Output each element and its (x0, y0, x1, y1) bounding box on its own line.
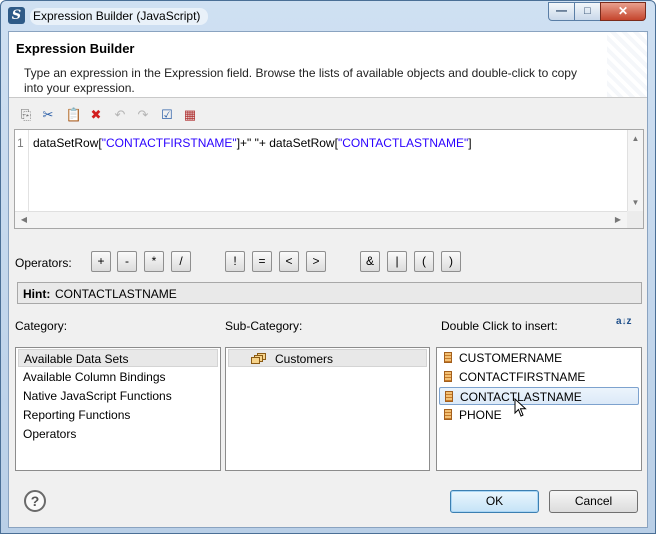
code-text: dataSetRow[ (33, 136, 102, 150)
operator-button[interactable]: ! (225, 251, 245, 272)
code-string-literal: "CONTACTLASTNAME" (337, 136, 469, 150)
calculator-icon[interactable]: ▦ (181, 106, 199, 124)
insert-item[interactable]: CONTACTLASTNAME (439, 387, 639, 405)
operator-button[interactable]: / (171, 251, 191, 272)
hint-value: CONTACTLASTNAME (55, 287, 177, 301)
insert-item-label: CONTACTFIRSTNAME (459, 370, 586, 384)
validate-icon[interactable]: ☑ (158, 106, 176, 124)
operator-button[interactable]: * (144, 251, 164, 272)
redo-icon[interactable]: ↷ (134, 106, 152, 124)
operator-button[interactable]: < (279, 251, 299, 272)
cut-icon[interactable]: ✂ (39, 106, 57, 124)
operator-button[interactable]: = (252, 251, 272, 272)
column-field-icon (445, 391, 453, 402)
insert-label: Double Click to insert: (441, 319, 558, 333)
header-decoration (607, 32, 647, 97)
scroll-down-icon[interactable]: ▼ (628, 196, 643, 210)
category-label: Category: (15, 319, 68, 333)
category-item[interactable]: Reporting Functions (18, 406, 218, 424)
insert-item[interactable]: CONTACTFIRSTNAME (439, 368, 639, 386)
insert-item-label: CUSTOMERNAME (459, 351, 563, 365)
dialog-header: Expression Builder Type an expression in… (9, 32, 647, 98)
insert-item[interactable]: PHONE (439, 406, 639, 424)
category-item-label: Reporting Functions (23, 408, 131, 422)
column-field-icon (444, 371, 452, 382)
copy-icon[interactable]: ⎘ (17, 106, 35, 124)
expression-code[interactable]: dataSetRow["CONTACTFIRSTNAME"]+" "+ data… (33, 136, 472, 150)
operator-button[interactable]: + (91, 251, 111, 272)
maximize-button[interactable]: □ (574, 2, 601, 21)
operator-button[interactable]: | (387, 251, 407, 272)
sub-category-item[interactable]: Customers (228, 349, 427, 367)
hint-label: Hint: (23, 287, 51, 301)
category-item-label: Native JavaScript Functions (23, 389, 172, 403)
insert-list[interactable]: CUSTOMERNAME CONTACTFIRSTNAME CONTACTLASTN… (436, 347, 642, 471)
vertical-scrollbar[interactable]: ▲ ▼ (627, 130, 643, 212)
operator-button[interactable]: ( (414, 251, 434, 272)
operator-button[interactable]: - (117, 251, 137, 272)
dialog-title: Expression Builder (16, 41, 135, 56)
category-list[interactable]: Available Data Sets Available Column Bind… (15, 347, 221, 471)
operators-label: Operators: (15, 256, 72, 270)
column-field-icon (444, 352, 452, 363)
category-item[interactable]: Native JavaScript Functions (18, 387, 218, 405)
sort-alphabetical-icon[interactable]: a↓z (616, 317, 634, 335)
code-text: ] (468, 136, 472, 150)
expression-builder-window: S Expression Builder (JavaScript) — □ ✕ … (0, 0, 656, 534)
dialog-client: Expression Builder Type an expression in… (8, 31, 648, 528)
sub-category-item-label: Customers (275, 352, 334, 366)
sub-category-label: Sub-Category: (225, 319, 303, 333)
minimize-button[interactable]: — (548, 2, 575, 21)
category-item[interactable]: Available Data Sets (18, 349, 218, 367)
code-string-literal: "CONTACTFIRSTNAME" (101, 136, 237, 150)
scroll-corner (627, 211, 643, 228)
column-field-icon (444, 409, 452, 420)
code-text: ]+" "+ dataSetRow[ (236, 136, 338, 150)
category-item[interactable]: Operators (18, 425, 218, 443)
operator-button[interactable]: ) (441, 251, 461, 272)
title-bar[interactable]: S Expression Builder (JavaScript) — □ ✕ (1, 1, 655, 31)
help-icon[interactable]: ? (24, 490, 46, 512)
category-item-label: Available Column Bindings (23, 370, 166, 384)
scroll-left-icon[interactable]: ◀ (17, 212, 31, 228)
ok-button[interactable]: OK (450, 490, 539, 513)
app-logo-icon: S (8, 7, 25, 24)
sub-category-list[interactable]: Customers (225, 347, 430, 471)
paste-icon[interactable]: 📋 (65, 106, 83, 124)
dataset-icon (251, 353, 267, 364)
cancel-button[interactable]: Cancel (549, 490, 638, 513)
expression-editor[interactable]: 1 dataSetRow["CONTACTFIRSTNAME"]+" "+ da… (14, 129, 644, 229)
operator-button[interactable]: > (306, 251, 326, 272)
horizontal-scrollbar[interactable]: ◀ ▶ (15, 211, 627, 228)
gutter-divider (28, 130, 29, 211)
insert-item-label: PHONE (459, 408, 502, 422)
dialog-description: Type an expression in the Expression fie… (24, 66, 577, 95)
scroll-right-icon[interactable]: ▶ (611, 212, 625, 228)
category-item-label: Operators (23, 427, 77, 441)
line-number: 1 (17, 136, 24, 150)
mouse-cursor-icon (514, 398, 527, 417)
window-title: Expression Builder (JavaScript) (30, 8, 209, 25)
delete-icon[interactable]: ✖ (87, 106, 105, 124)
insert-item[interactable]: CUSTOMERNAME (439, 349, 639, 367)
close-button[interactable]: ✕ (600, 2, 646, 21)
scroll-up-icon[interactable]: ▲ (628, 132, 643, 146)
undo-icon[interactable]: ↶ (111, 106, 129, 124)
operator-button[interactable]: & (360, 251, 380, 272)
category-item-label: Available Data Sets (24, 352, 129, 366)
hint-bar: Hint: CONTACTLASTNAME (17, 282, 642, 304)
category-item[interactable]: Available Column Bindings (18, 368, 218, 386)
